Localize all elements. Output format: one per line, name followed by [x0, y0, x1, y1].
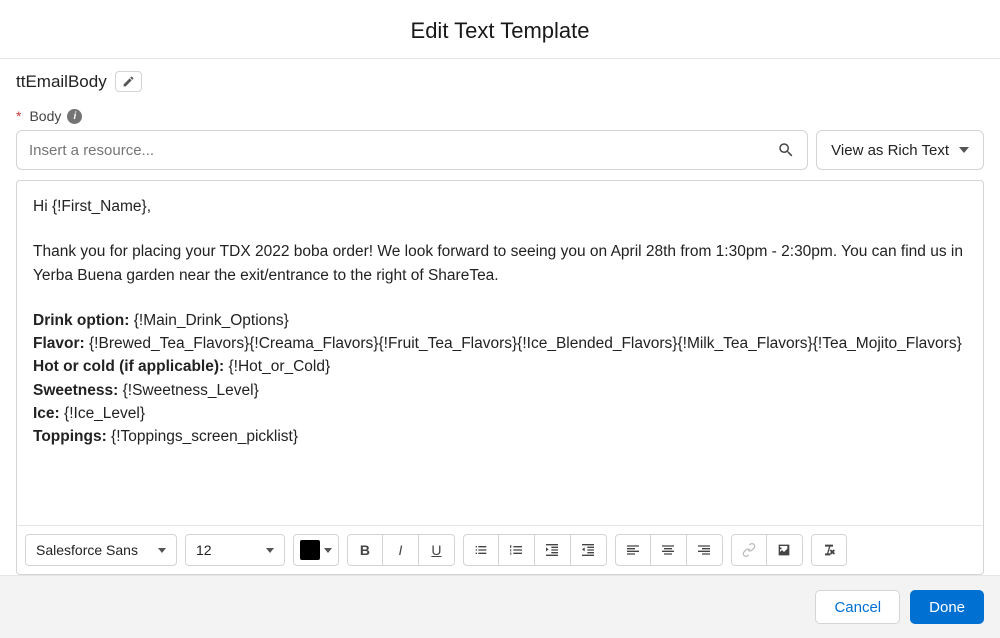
modal-content: ttEmailBody * Body i View as Rich Text H…: [0, 59, 1000, 575]
text-line: Sweetness: {!Sweetness_Level}: [33, 379, 967, 402]
image-button[interactable]: [767, 534, 803, 566]
text-line: Thank you for placing your TDX 2022 boba…: [33, 240, 967, 287]
pencil-icon: [122, 75, 135, 88]
underline-button[interactable]: U: [419, 534, 455, 566]
modal-footer: Cancel Done: [0, 575, 1000, 638]
body-label-row: * Body i: [16, 108, 984, 124]
numbered-list-button[interactable]: [499, 534, 535, 566]
align-center-icon: [660, 542, 676, 558]
chevron-down-icon: [324, 548, 332, 553]
info-icon[interactable]: i: [67, 109, 82, 124]
clear-formatting-button[interactable]: [811, 534, 847, 566]
bold-button[interactable]: B: [347, 534, 383, 566]
align-left-button[interactable]: [615, 534, 651, 566]
text-line: Ice: {!Ice_Level}: [33, 402, 967, 425]
font-size-value: 12: [196, 542, 212, 558]
outdent-icon: [580, 542, 596, 558]
template-name-row: ttEmailBody: [16, 71, 984, 92]
text-line: Hi {!First_Name},: [33, 195, 967, 218]
text-line: Toppings: {!Toppings_screen_picklist}: [33, 425, 967, 448]
bullet-list-icon: [473, 542, 489, 558]
text-color-select[interactable]: [293, 534, 339, 566]
resource-input[interactable]: [29, 142, 777, 159]
rte-toolbar: Salesforce Sans 12 B I U: [17, 525, 983, 574]
link-button[interactable]: [731, 534, 767, 566]
edit-text-template-modal: Edit Text Template ttEmailBody * Body i …: [0, 0, 1000, 638]
indent-icon: [544, 542, 560, 558]
body-label: Body: [29, 108, 61, 124]
editor-container: Hi {!First_Name}, Thank you for placing …: [16, 180, 984, 575]
align-left-icon: [625, 542, 641, 558]
chevron-down-icon: [158, 548, 166, 553]
align-right-icon: [696, 542, 712, 558]
required-asterisk: *: [16, 108, 21, 124]
resource-toolbar: View as Rich Text: [16, 130, 984, 170]
cancel-button[interactable]: Cancel: [815, 590, 900, 624]
view-mode-toggle[interactable]: View as Rich Text: [816, 130, 984, 170]
bullet-list-button[interactable]: [463, 534, 499, 566]
font-family-select[interactable]: Salesforce Sans: [25, 534, 177, 566]
chevron-down-icon: [959, 147, 969, 153]
text-line: Drink option: {!Main_Drink_Options}: [33, 309, 967, 332]
text-line: Flavor: {!Brewed_Tea_Flavors}{!Creama_Fl…: [33, 332, 967, 355]
modal-title: Edit Text Template: [0, 0, 1000, 58]
template-name: ttEmailBody: [16, 72, 107, 92]
clear-format-icon: [821, 542, 837, 558]
italic-button[interactable]: I: [383, 534, 419, 566]
color-swatch: [300, 540, 320, 560]
text-line: Hot or cold (if applicable): {!Hot_or_Co…: [33, 355, 967, 378]
chevron-down-icon: [266, 548, 274, 553]
rich-text-editor[interactable]: Hi {!First_Name}, Thank you for placing …: [17, 181, 983, 525]
resource-combobox[interactable]: [16, 130, 808, 170]
link-icon: [741, 542, 757, 558]
search-icon: [777, 141, 795, 159]
edit-name-button[interactable]: [115, 71, 142, 92]
outdent-button[interactable]: [571, 534, 607, 566]
align-right-button[interactable]: [687, 534, 723, 566]
font-family-value: Salesforce Sans: [36, 542, 138, 558]
align-center-button[interactable]: [651, 534, 687, 566]
indent-button[interactable]: [535, 534, 571, 566]
done-button[interactable]: Done: [910, 590, 984, 624]
view-mode-label: View as Rich Text: [831, 142, 949, 159]
numbered-list-icon: [508, 542, 524, 558]
font-size-select[interactable]: 12: [185, 534, 285, 566]
image-icon: [776, 542, 792, 558]
